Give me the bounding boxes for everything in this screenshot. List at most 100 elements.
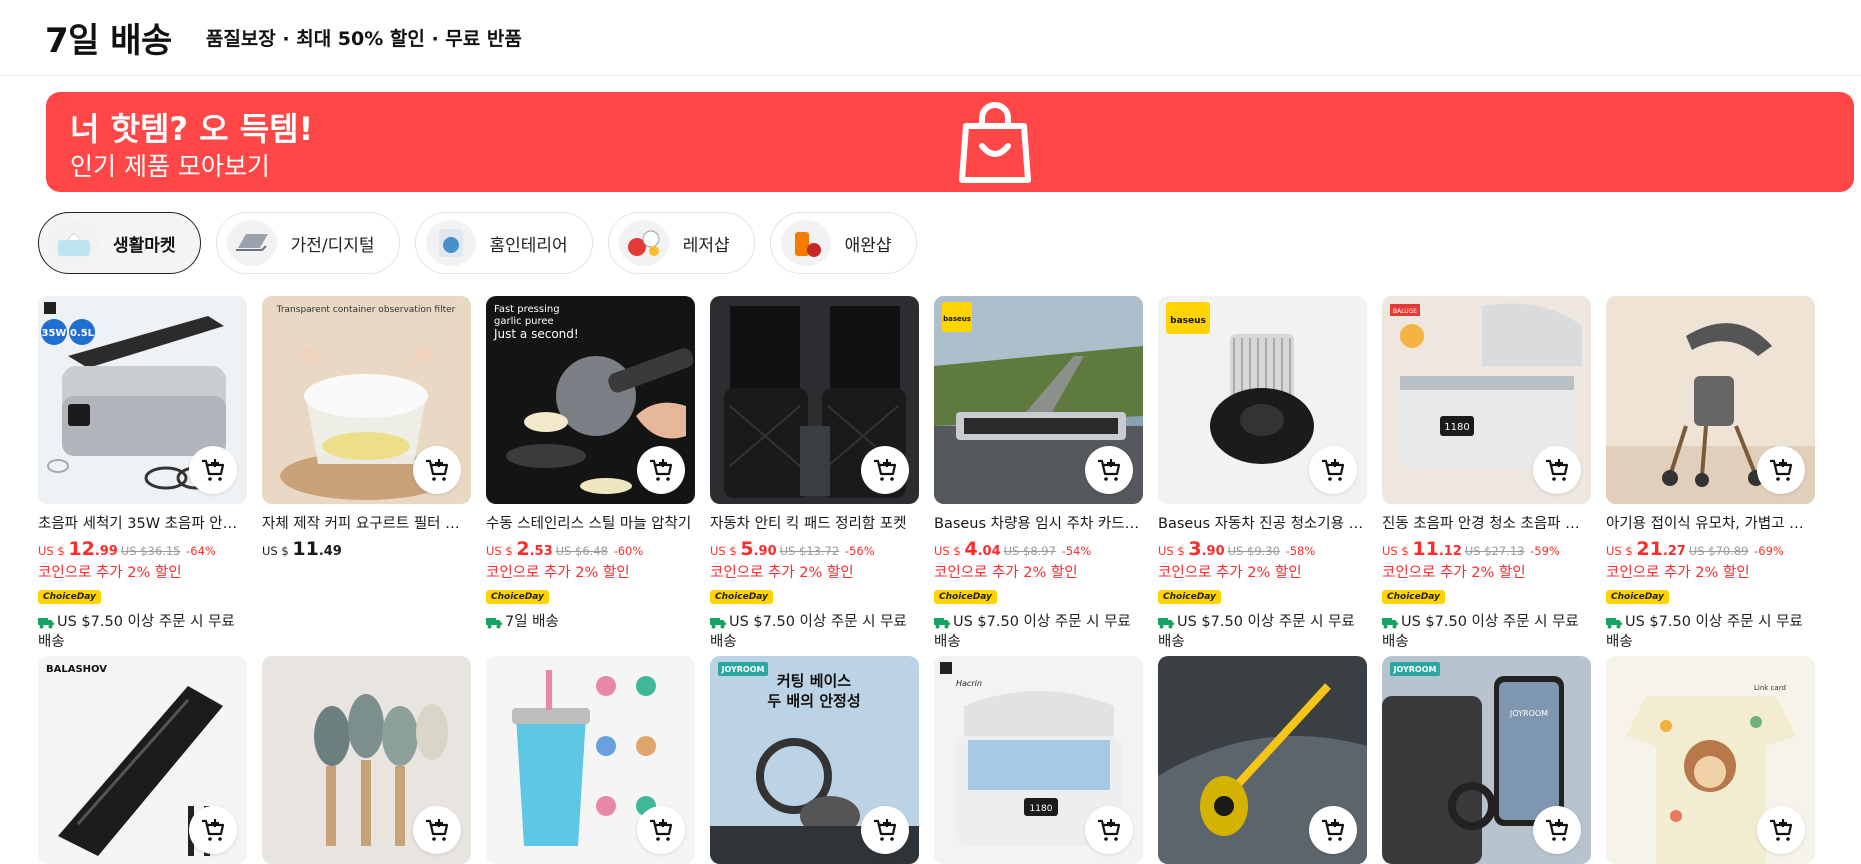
add-to-cart-button[interactable] [1757,446,1805,494]
product-card[interactable] [1158,656,1367,864]
svg-text:BALUGE: BALUGE [1393,308,1417,315]
svg-text:35W: 35W [42,328,67,339]
add-cart-icon [202,819,225,841]
add-cart-icon [650,819,673,841]
product-image[interactable]: Link card [1606,656,1815,864]
category-tab-living[interactable]: 생활마켓 [38,212,201,274]
product-image[interactable]: JOYROOM 커팅 베이스 두 배의 안정성 [710,656,919,864]
svg-text:Just a second!: Just a second! [493,327,579,341]
product-card[interactable]: BALUGE 1180 진동 초음파 안경 청소 초음파 세척기 US $ 11… [1382,296,1591,650]
product-card[interactable]: BALASHOV [38,656,247,864]
product-image[interactable]: baseus [1158,296,1367,504]
add-cart-icon [1770,819,1793,841]
svg-text:baseus: baseus [943,315,971,323]
add-to-cart-button[interactable] [861,446,909,494]
product-price: US $ 5.90 US $13.72 -56% [710,538,875,560]
coin-discount: 코인으로 추가 2% 할인 [38,565,182,581]
product-image[interactable] [486,656,695,864]
product-image[interactable]: 35W 0.5L [38,296,247,504]
add-cart-icon [1322,819,1345,841]
product-title[interactable]: Baseus 자동차 진공 청소기용 필터 [1158,512,1367,533]
category-label: 가전/디지털 [290,235,375,256]
svg-text:BALASHOV: BALASHOV [46,664,107,675]
product-title[interactable]: 수동 스테인리스 스틸 마늘 압착기 [486,512,695,533]
product-card[interactable] [486,656,695,864]
add-to-cart-button[interactable] [189,806,237,854]
add-to-cart-button[interactable] [1533,806,1581,854]
product-image[interactable]: baseus [934,296,1143,504]
choiceday-badge: ChoiceDay [1382,590,1445,604]
product-image[interactable]: JOYROOM JOYROOM [1382,656,1591,864]
product-card[interactable]: 자동차 안티 킥 패드 정리함 포켓 US $ 5.90 US $13.72 -5… [710,296,919,650]
add-to-cart-button[interactable] [637,446,685,494]
category-tab-interior[interactable]: 홈인테리어 [414,212,593,274]
product-price: US $ 2.53 US $6.48 -60% [486,538,644,560]
product-price: US $ 21.27 US $70.89 -69% [1606,538,1784,560]
product-image[interactable]: Hacrin 1180 [934,656,1143,864]
truck-icon [486,618,502,629]
product-card[interactable]: baseus Baseus 차량용 임시 주차 카드, 전화번호 US $ 4.… [934,296,1143,650]
product-title[interactable]: 진동 초음파 안경 청소 초음파 세척기 [1382,512,1591,533]
product-card[interactable]: 35W 0.5L 초음파 세척기 35W 초음파 안경 세척기 US $ 12.… [38,296,247,650]
add-to-cart-button[interactable] [1085,446,1133,494]
product-title[interactable]: Baseus 차량용 임시 주차 카드, 전화번호 [934,512,1143,533]
product-price: US $ 11.49 [262,538,342,560]
add-to-cart-button[interactable] [1757,806,1805,854]
product-image[interactable] [710,296,919,504]
add-to-cart-button[interactable] [1309,446,1357,494]
product-image[interactable]: BALUGE 1180 [1382,296,1591,504]
add-to-cart-button[interactable] [1309,806,1357,854]
add-to-cart-button[interactable] [637,806,685,854]
product-price: US $ 4.04 US $8.97 -54% [934,538,1092,560]
add-to-cart-button[interactable] [861,806,909,854]
product-card[interactable]: Link card [1606,656,1815,864]
product-title[interactable]: 초음파 세척기 35W 초음파 안경 세척기 [38,512,247,533]
product-image[interactable] [262,656,471,864]
category-tab-pet[interactable]: 애완샵 [769,212,917,274]
choiceday-badge: ChoiceDay [486,590,549,604]
add-cart-icon [650,459,673,481]
product-title[interactable]: 아기용 접이식 유모차, 가볍고 휴대용 [1606,512,1815,533]
add-to-cart-button[interactable] [1085,806,1133,854]
add-to-cart-button[interactable] [189,446,237,494]
product-price: US $ 3.90 US $9.30 -58% [1158,538,1316,560]
category-tab-leisure[interactable]: 레저샵 [607,212,755,274]
product-image[interactable] [1158,656,1367,864]
add-cart-icon [1546,819,1569,841]
add-to-cart-button[interactable] [413,446,461,494]
choiceday-badge: ChoiceDay [1606,590,1669,604]
category-tabs: 생활마켓 가전/디지털 홈인테리어 레저샵 애완샵 [38,212,917,276]
truck-icon [1606,618,1622,629]
shipping-info: US $7.50 이상 주문 시 무료 배송 [38,614,235,650]
product-card[interactable]: Fast pressing garlic puree Just a second… [486,296,695,630]
product-title[interactable]: 자동차 안티 킥 패드 정리함 포켓 [710,512,919,533]
truck-icon [1382,618,1398,629]
add-cart-icon [1770,459,1793,481]
add-to-cart-button[interactable] [413,806,461,854]
banner-title: 너 핫템? 오 득템! [70,110,314,148]
choiceday-badge: ChoiceDay [710,590,773,604]
truck-icon [710,618,726,629]
shipping-info: US $7.50 이상 주문 시 무료 배송 [710,614,907,650]
tissue-box-icon [49,220,99,266]
product-card[interactable] [262,656,471,864]
shipping-info: US $7.50 이상 주문 시 무료 배송 [934,614,1131,650]
product-price: US $ 12.99 US $36.15 -64% [38,538,216,560]
page-subtitle: 품질보장 · 최대 50% 할인 · 무료 반품 [205,28,522,50]
product-title[interactable]: 자체 제작 커피 요구르트 필터 용기 [262,512,471,533]
category-tab-electronics[interactable]: 가전/디지털 [215,212,400,274]
promo-banner[interactable]: 너 핫템? 오 득템! 인기 제품 모아보기 [46,92,1854,192]
svg-text:1180: 1180 [1030,804,1053,814]
product-card[interactable]: 아기용 접이식 유모차, 가볍고 휴대용 US $ 21.27 US $70.89… [1606,296,1815,650]
product-card[interactable]: JOYROOM 커팅 베이스 두 배의 안정성 [710,656,919,864]
product-card[interactable]: Transparent container observation filter… [262,296,471,628]
add-to-cart-button[interactable] [1533,446,1581,494]
product-card[interactable]: Hacrin 1180 [934,656,1143,864]
product-image[interactable] [1606,296,1815,504]
sports-balls-icon [618,220,669,266]
product-image[interactable]: BALASHOV [38,656,247,864]
product-image[interactable]: Fast pressing garlic puree Just a second… [486,296,695,504]
product-card[interactable]: baseus Baseus 자동차 진공 청소기용 필터 US $ 3.90 US… [1158,296,1367,650]
product-card[interactable]: JOYROOM JOYROOM [1382,656,1591,864]
product-image[interactable]: Transparent container observation filter [262,296,471,504]
